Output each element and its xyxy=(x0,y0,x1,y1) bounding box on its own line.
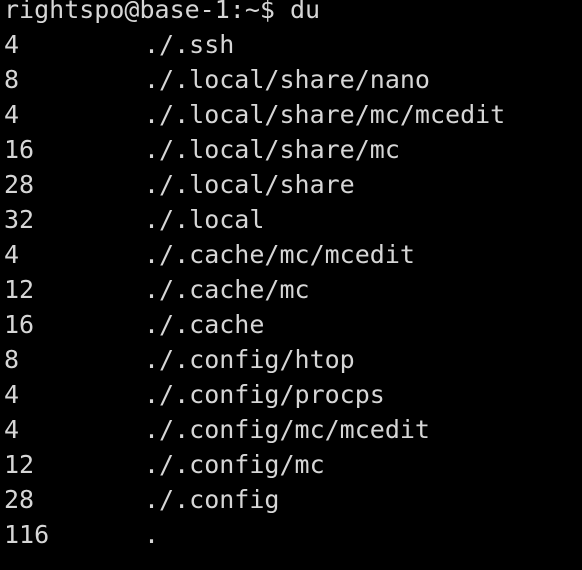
du-path: ./.cache/mc/mcedit xyxy=(144,240,415,269)
du-output-row: 32 ./.local xyxy=(4,202,582,237)
du-path: ./.config/htop xyxy=(144,345,355,374)
command-prompt-line: rightspo@base-1:~$ du xyxy=(4,0,321,24)
du-size: 4 xyxy=(4,415,20,444)
du-size: 8 xyxy=(4,65,20,94)
du-size: 4 xyxy=(4,380,20,409)
du-path: ./.config xyxy=(144,485,280,514)
du-path: ./.cache/mc xyxy=(144,275,310,304)
du-output-row: 8 ./.config/htop xyxy=(4,342,582,377)
du-path: ./.ssh xyxy=(144,30,235,59)
du-path: ./.config/mc/mcedit xyxy=(144,415,430,444)
du-size: 16 xyxy=(4,135,35,164)
du-size: 116 xyxy=(4,520,50,549)
du-output-row: 12 ./.cache/mc xyxy=(4,272,582,307)
du-output-row: 4 ./.local/share/mc/mcedit xyxy=(4,97,582,132)
du-path: ./.local/share xyxy=(144,170,355,199)
du-output-row: 12 ./.config/mc xyxy=(4,447,582,482)
du-size: 4 xyxy=(4,30,20,59)
du-size: 8 xyxy=(4,345,20,374)
du-path: ./.config/procps xyxy=(144,380,385,409)
du-size: 16 xyxy=(4,310,35,339)
du-size: 12 xyxy=(4,275,35,304)
du-path: ./.local/share/mc xyxy=(144,135,400,164)
du-path: ./.local/share/nano xyxy=(144,65,430,94)
du-path: ./.cache xyxy=(144,310,265,339)
du-output-row: 4 ./.config/mc/mcedit xyxy=(4,412,582,447)
du-size: 4 xyxy=(4,100,20,129)
du-output-row: 4 ./.cache/mc/mcedit xyxy=(4,237,582,272)
du-output-row: 8 ./.local/share/nano xyxy=(4,62,582,97)
du-size: 12 xyxy=(4,450,35,479)
du-size: 28 xyxy=(4,485,35,514)
du-size: 28 xyxy=(4,170,35,199)
du-size: 32 xyxy=(4,205,35,234)
du-path: ./.local/share/mc/mcedit xyxy=(144,100,506,129)
du-output-row: 16 ./.cache xyxy=(4,307,582,342)
du-output-row: 28 ./.local/share xyxy=(4,167,582,202)
du-size: 4 xyxy=(4,240,20,269)
du-path: . xyxy=(144,520,160,549)
du-output-row: 4 ./.ssh xyxy=(4,27,582,62)
du-output-row: 28 ./.config xyxy=(4,482,582,517)
du-output-row: 116 . xyxy=(4,517,582,552)
terminal-window[interactable]: rightspo@base-1:~$ du 4 ./.ssh 8 ./.loca… xyxy=(0,0,582,570)
du-output-row: 4 ./.config/procps xyxy=(4,377,582,412)
du-path: ./.config/mc xyxy=(144,450,325,479)
du-output-row: 16 ./.local/share/mc xyxy=(4,132,582,167)
du-path: ./.local xyxy=(144,205,265,234)
